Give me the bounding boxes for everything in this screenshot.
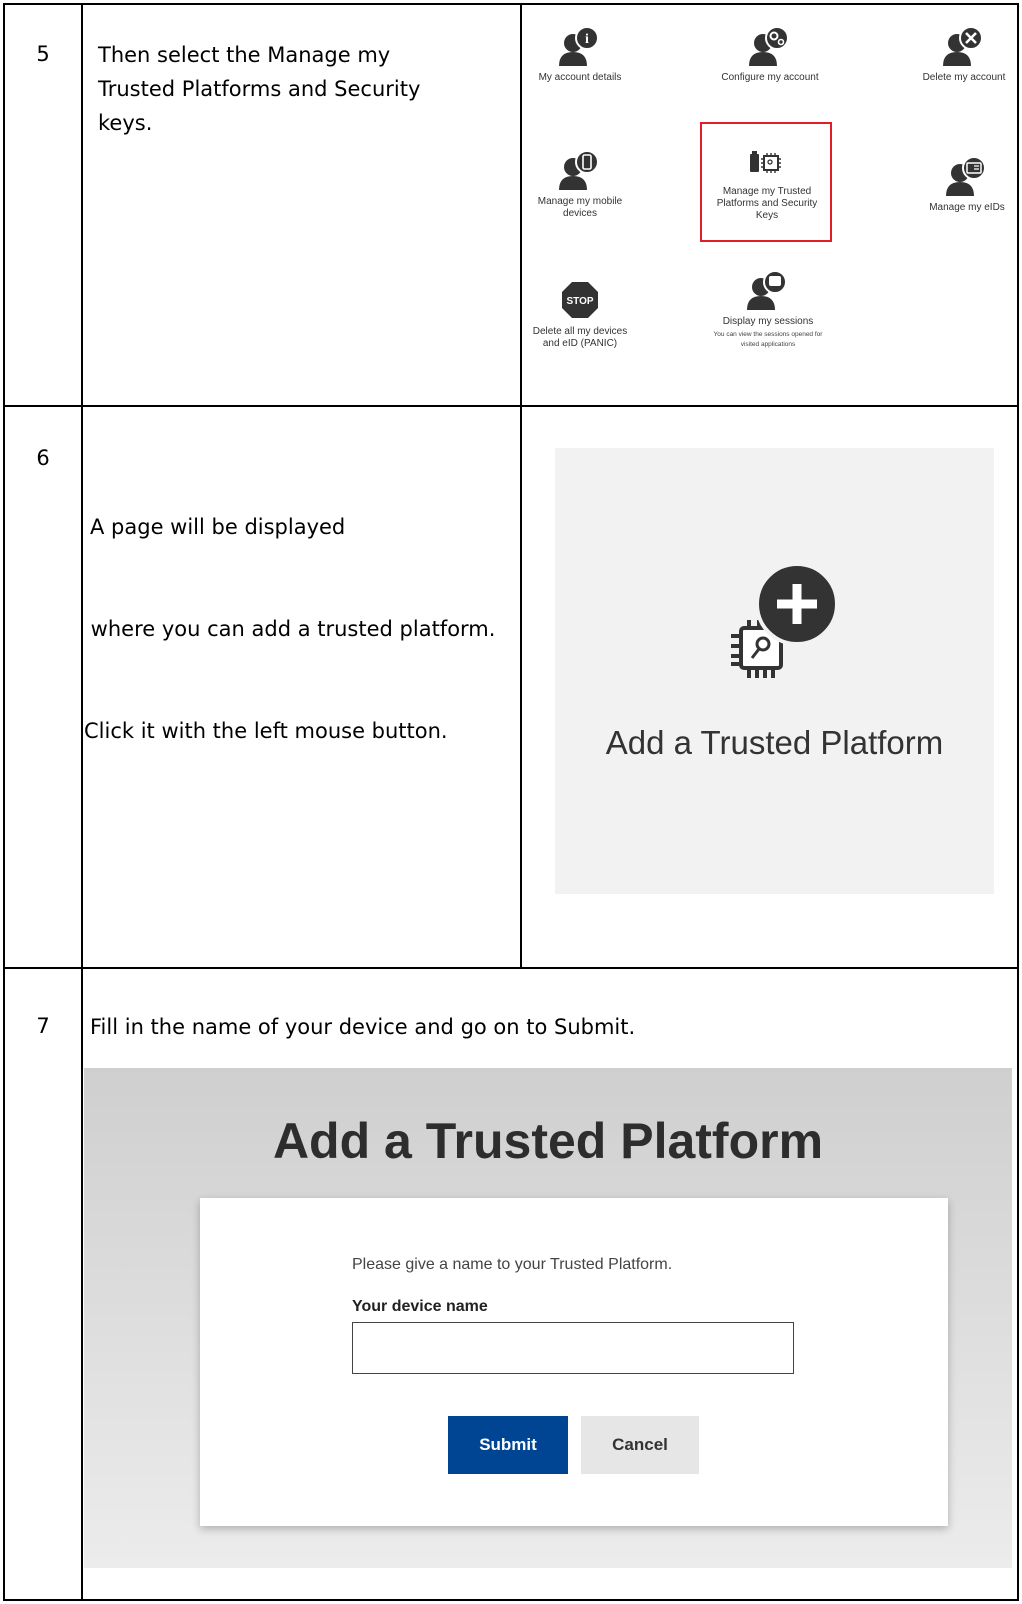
submit-button[interactable]: Submit — [448, 1416, 568, 1474]
user-mobile-icon — [559, 150, 599, 190]
instruction-line: keys. — [98, 111, 153, 135]
device-name-input[interactable] — [352, 1322, 794, 1374]
stop-sign-icon: STOP — [562, 282, 598, 318]
page-title: Add a Trusted Platform — [272, 1113, 824, 1169]
device-name-form: Please give a name to your Trusted Platf… — [200, 1198, 948, 1526]
tile-label: Manage my eIDs — [929, 202, 1005, 213]
step-number: 6 — [36, 446, 50, 470]
tile-label: Delete all my devices and eID (PANIC) — [532, 326, 628, 349]
tile-manage-mobile-devices[interactable]: Manage my mobile devices — [530, 150, 630, 220]
add-trusted-platform-screen: Add a Trusted Platform Please give a nam… — [84, 1068, 1012, 1568]
tile-label: Manage my mobile devices — [537, 196, 623, 219]
step-instruction: Then select the Manage my Trusted Platfo… — [98, 38, 420, 140]
instruction-line: where you can add a trusted platform. — [84, 617, 496, 641]
instruction-line: Click it with the left mouse button. — [84, 719, 448, 743]
tile-label: My account details — [538, 72, 622, 83]
cancel-button[interactable]: Cancel — [581, 1416, 699, 1474]
user-gears-icon — [749, 26, 789, 66]
tile-label: Delete my account — [922, 72, 1006, 83]
step-instruction: A page will be displayed where you can a… — [84, 442, 495, 782]
column-divider — [81, 3, 83, 1601]
add-trusted-platform-card[interactable]: Add a Trusted Platform — [555, 448, 994, 894]
tile-label: Configure my account — [721, 72, 819, 83]
instruction-line: Trusted Platforms and Security — [98, 77, 421, 101]
row-divider — [3, 405, 1019, 407]
device-name-label: Your device name — [352, 1298, 488, 1315]
card-title: Add a Trusted Platform — [605, 724, 944, 761]
instruction-line: Then select the Manage my — [98, 43, 391, 67]
instruction-line: A page will be displayed — [90, 515, 346, 539]
user-delete-icon — [943, 26, 983, 66]
tile-delete-all-panic[interactable]: STOP Delete all my devices and eID (PANI… — [526, 280, 634, 350]
tile-my-account-details[interactable]: i My account details — [530, 26, 630, 84]
user-session-icon — [747, 270, 787, 310]
chip-add-icon — [731, 562, 839, 678]
svg-text:i: i — [585, 32, 589, 47]
user-info-icon: i — [559, 26, 599, 66]
step-number: 7 — [36, 1014, 50, 1038]
stop-badge-text: STOP — [566, 296, 593, 307]
selection-highlight — [700, 122, 832, 242]
step-instruction: Fill in the name of your device and go o… — [90, 1015, 636, 1039]
tile-sublabel: You can view the sessions opened for vis… — [713, 331, 823, 348]
column-divider — [520, 3, 522, 969]
tile-display-sessions[interactable]: Display my sessions You can view the ses… — [708, 270, 828, 350]
row-divider — [3, 967, 1019, 969]
tile-manage-eids[interactable]: Manage my eIDs — [918, 156, 1016, 214]
tile-label: Display my sessions — [722, 316, 814, 327]
tile-delete-my-account[interactable]: Delete my account — [912, 26, 1016, 84]
form-prompt: Please give a name to your Trusted Platf… — [352, 1256, 673, 1273]
step-number: 5 — [36, 42, 50, 66]
tile-configure-my-account[interactable]: Configure my account — [705, 26, 835, 84]
user-id-card-icon — [946, 156, 986, 196]
